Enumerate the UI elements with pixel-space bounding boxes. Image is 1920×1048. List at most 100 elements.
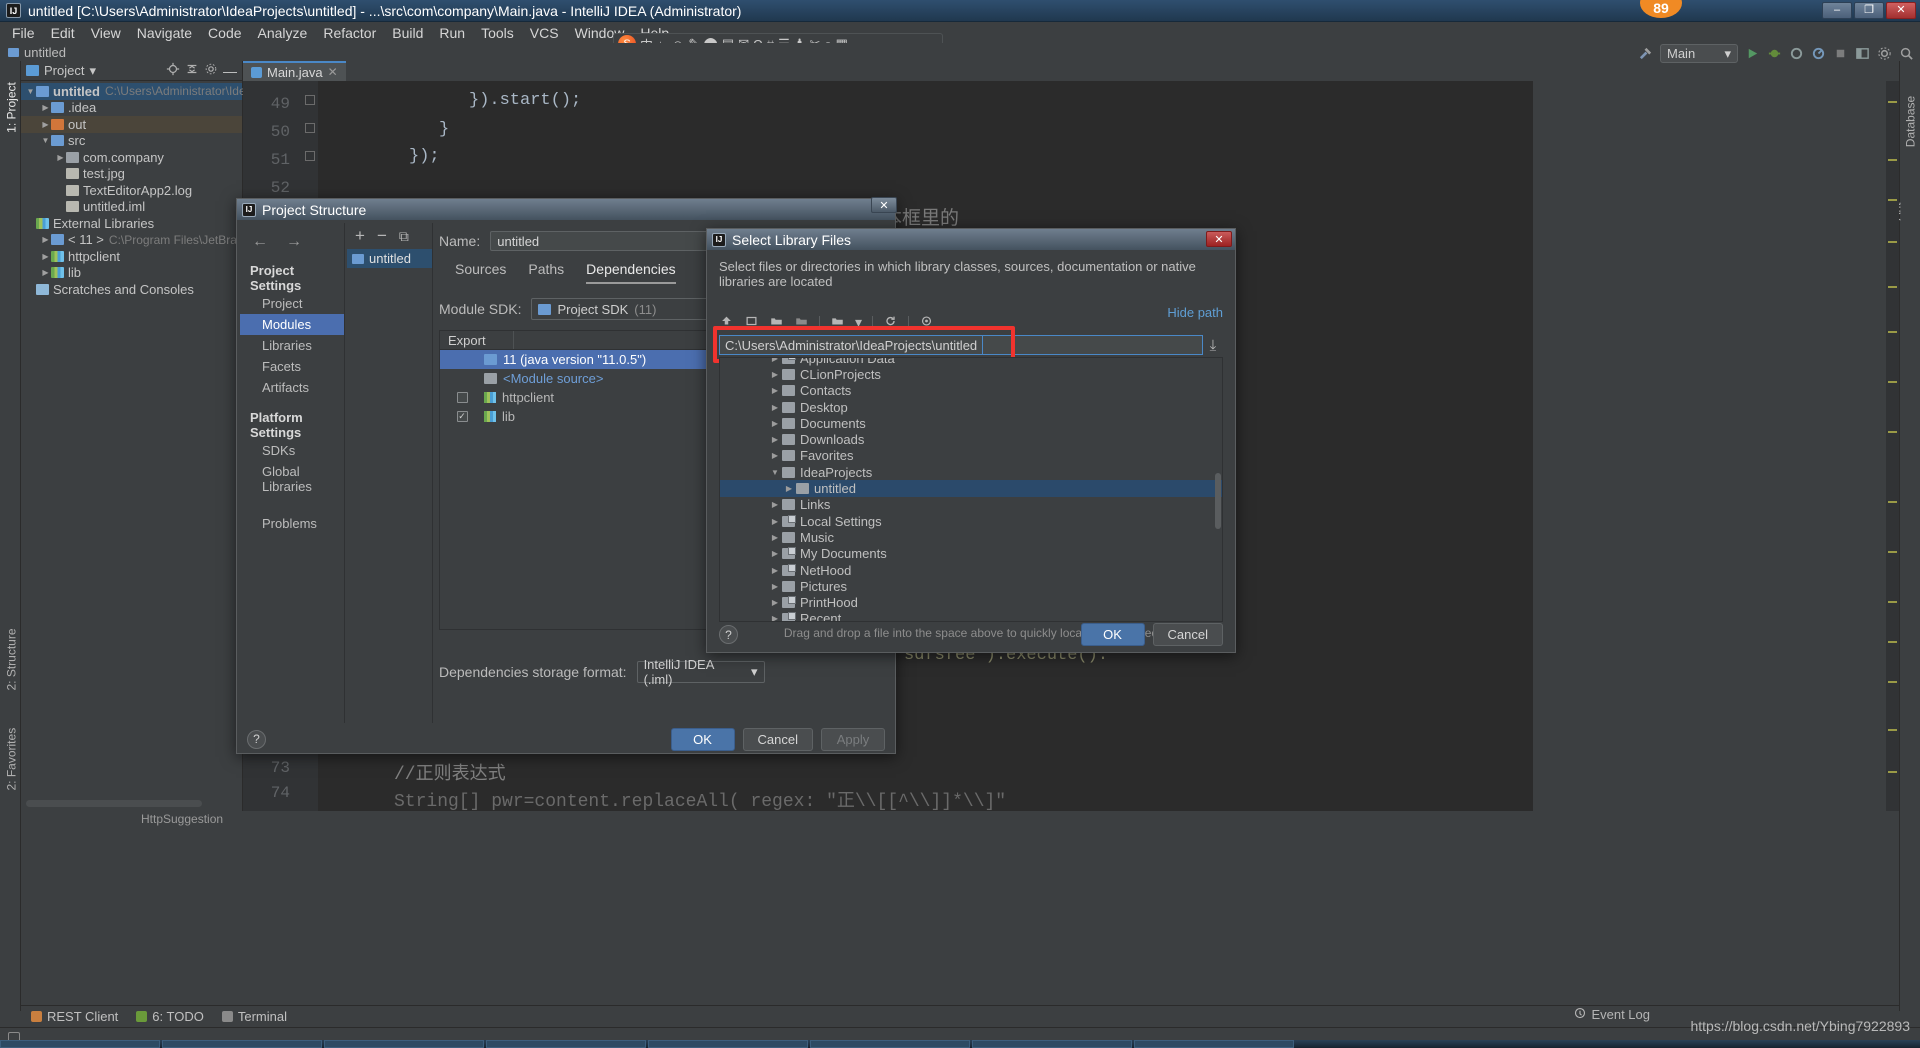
project-tree-item[interactable]: Scratches and Consoles <box>21 281 242 298</box>
file-tree-row[interactable]: ▶ Favorites <box>720 448 1222 464</box>
minimize-button[interactable]: – <box>1822 2 1852 19</box>
menu-item-run[interactable]: Run <box>431 23 473 43</box>
close-button[interactable]: ✕ <box>1886 2 1916 19</box>
file-tree-row[interactable]: ▶ Links <box>720 497 1222 513</box>
maximize-button[interactable]: ❐ <box>1854 2 1884 19</box>
menu-item-tools[interactable]: Tools <box>473 23 522 43</box>
chevron-down-icon[interactable]: ▼ <box>25 87 36 96</box>
layout-icon[interactable] <box>1855 46 1870 61</box>
file-tree-row[interactable]: ▶ Documents <box>720 415 1222 431</box>
event-log-button[interactable]: Event Log <box>1574 1007 1650 1022</box>
chevron-down-icon[interactable]: ▾ <box>89 63 96 79</box>
help-button[interactable]: ? <box>247 729 266 749</box>
chevron-right-icon[interactable]: ▶ <box>40 235 51 244</box>
forward-arrow-icon[interactable]: → <box>286 233 302 251</box>
file-tree-row[interactable]: ▶ My Documents <box>720 546 1222 562</box>
help-button[interactable]: ? <box>719 625 738 644</box>
project-tree-item[interactable]: untitled.iml <box>21 199 242 216</box>
taskbar-item[interactable] <box>648 1040 808 1048</box>
hammer-icon[interactable] <box>1638 46 1653 61</box>
menu-item-code[interactable]: Code <box>200 23 249 43</box>
project-file-tree[interactable]: ▼ untitled C:\Users\Administrator\IdeaProj… <box>21 81 286 298</box>
chevron-right-icon[interactable]: ▶ <box>768 403 782 412</box>
chevron-right-icon[interactable]: ▶ <box>768 386 782 395</box>
file-tree-row[interactable]: ▶ Recent <box>720 611 1222 621</box>
remove-module-button[interactable]: − <box>377 226 387 246</box>
menu-item-navigate[interactable]: Navigate <box>129 23 200 43</box>
project-horizontal-scrollbar[interactable] <box>26 800 202 807</box>
home-icon[interactable] <box>744 314 759 331</box>
chevron-right-icon[interactable]: ▶ <box>40 268 51 277</box>
menu-item-file[interactable]: File <box>4 23 43 43</box>
modules-toolbar[interactable]: + − ⧉ <box>347 223 432 249</box>
editor-tab-bar[interactable]: Main.java ✕ <box>243 61 1533 81</box>
desktop-folder-icon[interactable] <box>769 314 784 331</box>
checkbox-checked[interactable]: ✓ <box>456 411 468 422</box>
sidebar-item-facets[interactable]: Facets <box>240 356 344 377</box>
sidebar-item-project[interactable]: Project <box>240 293 344 314</box>
project-tree-item[interactable]: ▶ httpclient <box>21 248 242 265</box>
taskbar-item[interactable] <box>486 1040 646 1048</box>
sidebar-item-artifacts[interactable]: Artifacts <box>240 377 344 398</box>
editor-tab-main-java[interactable]: Main.java ✕ <box>243 61 346 81</box>
sidebar-item-structure[interactable]: 2: Structure <box>2 628 23 690</box>
fold-marker-icon[interactable] <box>305 123 315 133</box>
tool-button-terminal[interactable]: Terminal <box>221 1009 287 1024</box>
chevron-down-icon[interactable]: ▼ <box>40 136 51 145</box>
export-checkbox-cell[interactable] <box>440 392 484 403</box>
taskbar-item[interactable] <box>810 1040 970 1048</box>
chevron-right-icon[interactable]: ▶ <box>768 435 782 444</box>
file-browser-tree[interactable]: ▶ Application Data ▶ CLionProjects ▶ Contacts… <box>719 357 1223 622</box>
file-tree-row[interactable]: ▶ NetHood <box>720 562 1222 578</box>
fold-marker-icon[interactable] <box>305 95 315 105</box>
menu-bar[interactable]: File Edit View Navigate Code Analyze Ref… <box>0 22 1920 43</box>
taskbar-item[interactable] <box>0 1040 160 1048</box>
close-icon[interactable]: ✕ <box>871 197 897 213</box>
run-configuration-selector[interactable]: Main ▾ <box>1660 44 1738 63</box>
file-tree-row[interactable]: ▶ Music <box>720 529 1222 545</box>
select-library-files-dialog[interactable]: IJ Select Library Files ✕ Select files o… <box>706 228 1236 653</box>
modules-list-panel[interactable]: + − ⧉ untitled <box>347 223 433 723</box>
chevron-right-icon[interactable]: ▶ <box>40 120 51 129</box>
refresh-icon[interactable] <box>883 314 898 331</box>
sidebar-nav-arrows[interactable]: ← → <box>240 223 344 251</box>
run-icon[interactable] <box>1745 46 1760 61</box>
sidebar-item-problems[interactable]: Problems <box>240 513 344 534</box>
taskbar-item[interactable] <box>162 1040 322 1048</box>
chevron-right-icon[interactable]: ▶ <box>768 614 782 621</box>
sidebar-item-sdks[interactable]: SDKs <box>240 440 344 461</box>
chevron-right-icon[interactable]: ▶ <box>768 451 782 460</box>
chevron-right-icon[interactable]: ▶ <box>768 517 782 526</box>
taskbar-item[interactable] <box>324 1040 484 1048</box>
right-tool-strip[interactable]: Database Ant <box>1890 61 1920 1011</box>
taskbar-item[interactable] <box>972 1040 1132 1048</box>
chevron-right-icon[interactable]: ▶ <box>768 598 782 607</box>
windows-taskbar[interactable] <box>0 1040 1920 1048</box>
menu-item-refactor[interactable]: Refactor <box>315 23 384 43</box>
up-icon[interactable] <box>719 314 734 331</box>
chevron-right-icon[interactable]: ▶ <box>40 103 51 112</box>
stop-icon[interactable] <box>1833 46 1848 61</box>
tab-sources[interactable]: Sources <box>455 261 506 284</box>
tab-dependencies[interactable]: Dependencies <box>586 261 676 284</box>
ok-button[interactable]: OK <box>670 727 735 751</box>
file-tree-row[interactable]: ▶ untitled <box>720 480 1222 497</box>
gear-icon[interactable] <box>204 62 218 79</box>
chevron-right-icon[interactable]: ▶ <box>768 533 782 542</box>
chevron-right-icon[interactable]: ▶ <box>768 566 782 575</box>
chevron-right-icon[interactable]: ▶ <box>768 582 782 591</box>
chevron-right-icon[interactable]: ▶ <box>768 419 782 428</box>
chevron-right-icon[interactable]: ▶ <box>55 153 66 162</box>
sidebar-item-database[interactable]: Database <box>1901 93 1920 151</box>
apply-button[interactable]: Apply <box>821 727 885 751</box>
menu-item-vcs[interactable]: VCS <box>522 23 567 43</box>
storage-format-select[interactable]: IntelliJ IDEA (.iml) ▾ <box>636 657 765 687</box>
file-tree-row[interactable]: ▶ Desktop <box>720 399 1222 415</box>
settings-gear-icon[interactable] <box>1877 46 1892 61</box>
cancel-button[interactable]: Cancel <box>1152 623 1223 646</box>
show-hidden-icon[interactable] <box>919 314 934 331</box>
file-tree-row[interactable]: ▶ PrintHood <box>720 594 1222 610</box>
project-tree-item[interactable]: ▼ src <box>21 133 242 150</box>
tool-button-todo[interactable]: 6: TODO <box>136 1009 204 1024</box>
copy-module-button[interactable]: ⧉ <box>399 228 409 245</box>
